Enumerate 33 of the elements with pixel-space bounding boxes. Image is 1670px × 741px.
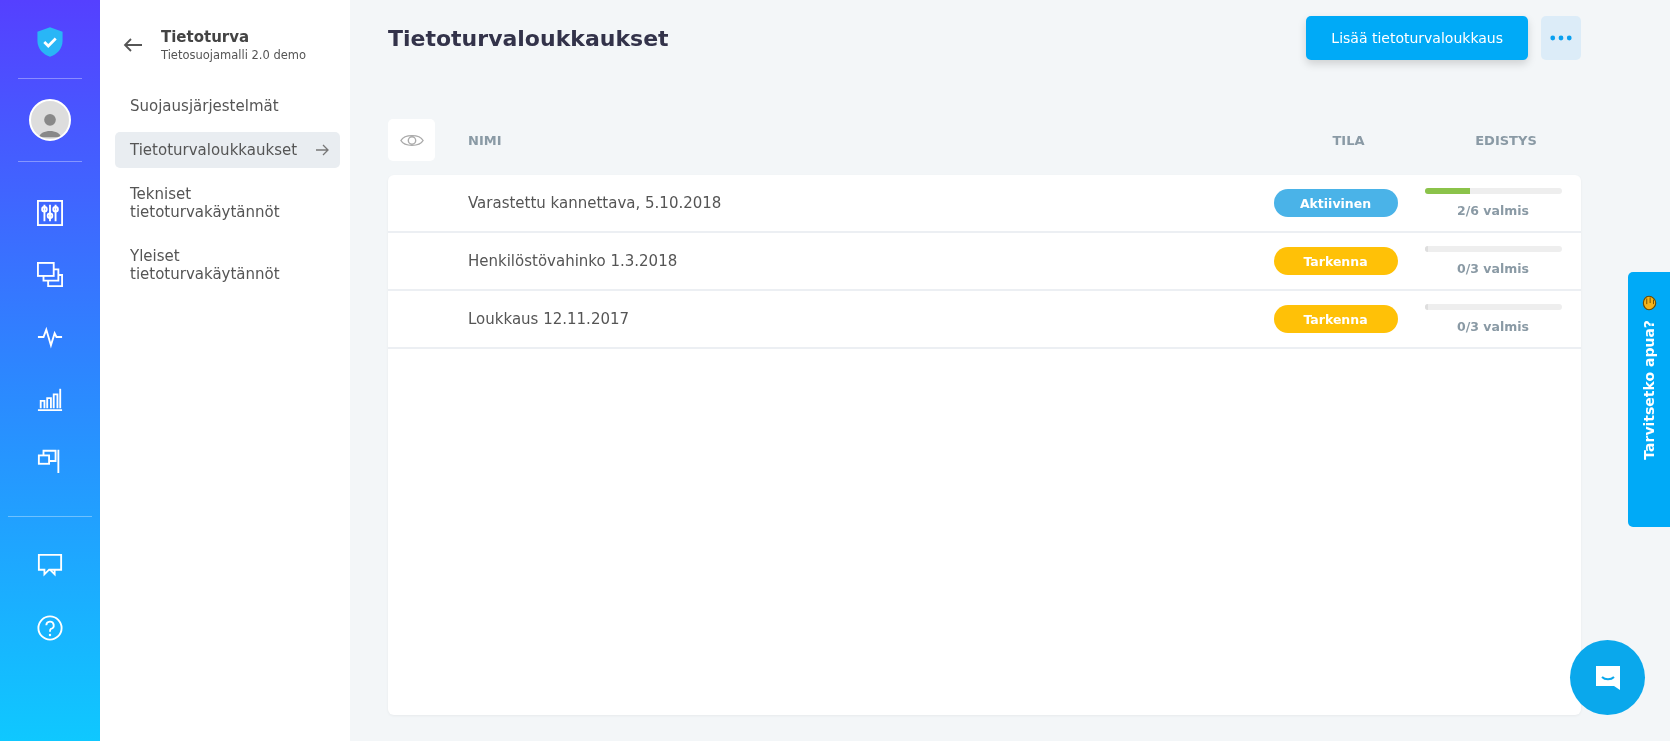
- help-icon[interactable]: [37, 615, 63, 641]
- eye-icon: [399, 132, 424, 148]
- column-header: TILA: [1331, 132, 1366, 148]
- status-badge: Tarkenna: [1273, 247, 1398, 275]
- column-header: EDISTYS: [1474, 132, 1538, 148]
- avatar[interactable]: [29, 99, 71, 141]
- progress-text: 2/6 valmis: [1457, 203, 1529, 218]
- visibility-button[interactable]: [388, 119, 435, 161]
- sidebar-item[interactable]: Tekniset tietoturvakäytännöt: [115, 176, 340, 230]
- chat-icon[interactable]: [37, 553, 63, 579]
- progress-text: 0/3 valmis: [1457, 319, 1529, 334]
- back-arrow-icon[interactable]: [123, 37, 143, 53]
- progress-text: 0/3 valmis: [1457, 261, 1529, 276]
- status-badge: Tarkenna: [1273, 305, 1398, 333]
- stacked-windows-icon[interactable]: [37, 262, 63, 288]
- page-title: Tietoturvaloukkaukset: [388, 25, 669, 51]
- arrow-right-icon: [316, 144, 330, 156]
- table-cell[interactable]: Varastettu kannettava, 5.10.2018: [468, 194, 1263, 212]
- shield-logo-icon[interactable]: [36, 26, 64, 58]
- table-cell[interactable]: Loukkaus 12.11.2017: [468, 310, 1263, 328]
- sidebar-item[interactable]: Tietoturvaloukkaukset: [115, 132, 340, 168]
- sliders-icon[interactable]: [37, 200, 63, 226]
- status-badge: Aktiivinen: [1273, 189, 1398, 217]
- section-subtitle: Tietosuojamalli 2.0 demo: [161, 48, 307, 62]
- bar-chart-icon[interactable]: [37, 386, 63, 412]
- section-title: Tietoturva: [161, 28, 251, 46]
- column-header: NIMI: [468, 132, 503, 148]
- table-cell[interactable]: Henkilöstövahinko 1.3.2018: [468, 252, 1263, 270]
- more-button[interactable]: [1541, 16, 1581, 60]
- more-dots-icon: [1550, 35, 1572, 41]
- sidebar-item[interactable]: Yleiset tietoturvakäytännöt: [115, 238, 340, 292]
- pulse-icon[interactable]: [37, 324, 63, 350]
- sidebar-item[interactable]: Suojausjärjestelmät: [115, 88, 340, 124]
